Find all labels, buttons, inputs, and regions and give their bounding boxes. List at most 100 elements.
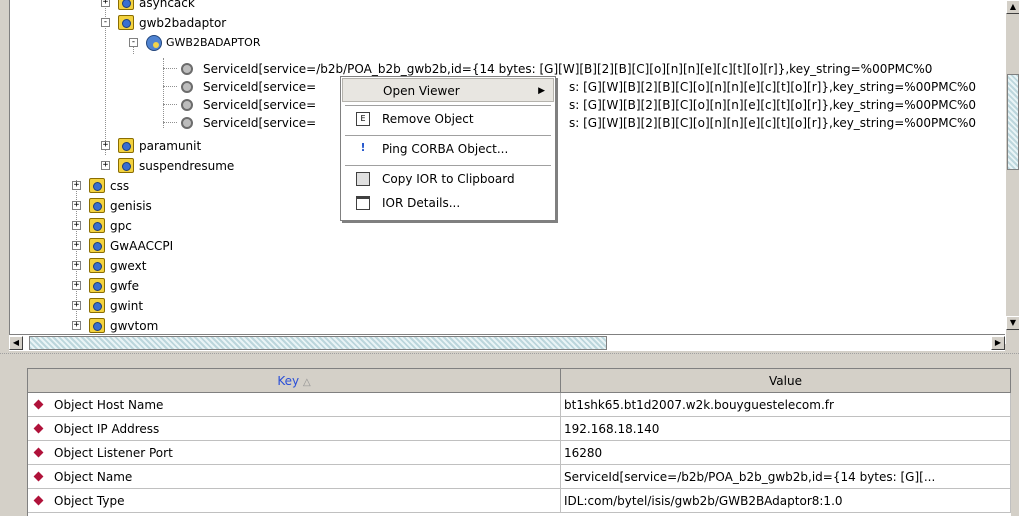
property-key: Object Name <box>54 470 133 484</box>
menu-item-label: Copy IOR to Clipboard <box>382 172 515 186</box>
property-diamond-icon <box>33 495 44 506</box>
expand-toggle[interactable]: + <box>101 0 110 7</box>
expand-toggle[interactable]: + <box>72 241 81 250</box>
copy-icon <box>356 172 370 186</box>
property-diamond-icon <box>33 471 44 482</box>
menu-item-remove-object[interactable]: E Remove Object <box>342 107 554 131</box>
tree-node-label: ServiceId[service= <box>203 80 317 94</box>
menu-item-label: Remove Object <box>382 112 474 126</box>
tree-node-label: asyncack <box>139 0 195 10</box>
menu-separator <box>345 165 551 166</box>
context-menu: Open Viewer ▶ E Remove Object ! Ping COR… <box>340 76 556 221</box>
tree-node-label: ServiceId[service= <box>203 98 317 112</box>
package-folder-icon <box>118 0 134 10</box>
tree-node-css[interactable]: + css <box>10 177 310 195</box>
tree-node-gwb2badaptor-server[interactable]: - GWB2BADAPTOR <box>10 34 910 52</box>
table-row-value[interactable]: ServiceId[service=/b2b/POA_b2b_gwb2b,id=… <box>561 465 1011 489</box>
horizontal-scroll-thumb[interactable] <box>29 336 607 350</box>
menu-separator <box>345 105 551 106</box>
table-row-value[interactable]: 192.168.18.140 <box>561 417 1011 441</box>
vertical-scroll-thumb[interactable] <box>1007 74 1019 170</box>
package-folder-icon <box>89 198 105 213</box>
tree-node-gwext[interactable]: + gwext <box>10 257 310 275</box>
expand-toggle[interactable]: + <box>72 221 81 230</box>
table-row-key[interactable]: Object Type <box>28 489 561 513</box>
package-folder-icon <box>89 318 105 333</box>
table-row-key[interactable]: Object IP Address <box>28 417 561 441</box>
menu-item-ping-corba-object[interactable]: ! Ping CORBA Object... <box>342 137 554 161</box>
table-row-key[interactable]: Object Name <box>28 465 561 489</box>
tree-node-label: gwint <box>110 299 144 313</box>
table-row-key[interactable]: Object Host Name <box>28 393 561 417</box>
tree-node-label-tail: s: [G][W][B][2][B][C][o][n][n][e][c][t][… <box>569 80 976 94</box>
property-key: Object IP Address <box>54 422 160 436</box>
expand-toggle[interactable]: + <box>72 181 81 190</box>
expand-toggle[interactable]: + <box>101 161 110 170</box>
tree-node-gwfe[interactable]: + gwfe <box>10 277 310 295</box>
package-folder-icon <box>89 258 105 273</box>
table-row-value[interactable]: IDL:com/bytel/isis/gwb2b/GWB2BAdaptor8:1… <box>561 489 1011 513</box>
scroll-left-button[interactable]: ◀ <box>9 336 23 350</box>
service-object-icon <box>181 117 193 129</box>
expand-toggle[interactable]: + <box>72 321 81 330</box>
column-header-label: Key <box>277 374 300 388</box>
table-row-value[interactable]: 16280 <box>561 441 1011 465</box>
exclamation-icon: ! <box>360 141 366 154</box>
package-folder-icon <box>89 238 105 253</box>
tree-node-label: gwext <box>110 259 147 273</box>
tree-node-label: gwvtom <box>110 319 159 333</box>
menu-item-copy-ior[interactable]: Copy IOR to Clipboard <box>342 167 554 191</box>
service-object-icon <box>181 81 193 93</box>
tree-node-gwint[interactable]: + gwint <box>10 297 310 315</box>
expand-toggle[interactable]: + <box>72 261 81 270</box>
expand-toggle[interactable]: + <box>72 301 81 310</box>
package-folder-icon <box>89 278 105 293</box>
property-key: Object Listener Port <box>54 446 173 460</box>
tree-node-label: gwfe <box>110 279 140 293</box>
package-folder-icon <box>118 15 134 30</box>
tree-node-label: genisis <box>110 199 152 213</box>
pane-splitter[interactable] <box>0 353 1019 358</box>
scroll-up-button[interactable]: ▲ <box>1006 0 1019 14</box>
scroll-down-button[interactable]: ▼ <box>1006 316 1019 330</box>
tree-vertical-scrollbar[interactable]: ▲ ▼ <box>1005 0 1019 344</box>
tree-node-gwaaccpi[interactable]: + GwAACCPI <box>10 237 310 255</box>
menu-item-label: IOR Details... <box>382 196 461 210</box>
collapse-toggle[interactable]: - <box>101 18 110 27</box>
tree-node-genisis[interactable]: + genisis <box>10 197 310 215</box>
tree-node-gpc[interactable]: + gpc <box>10 217 310 235</box>
expand-toggle[interactable]: + <box>72 281 81 290</box>
expand-toggle[interactable]: + <box>72 201 81 210</box>
tree-node-asyncack[interactable]: + asyncack <box>10 0 910 12</box>
tree-node-gwb2badaptor[interactable]: - gwb2badaptor <box>10 14 910 32</box>
tree-node-label: gwb2badaptor <box>139 16 227 30</box>
tree-node-label: css <box>110 179 130 193</box>
menu-separator <box>345 135 551 136</box>
column-header-value[interactable]: Value <box>561 369 1011 393</box>
submenu-arrow-icon: ▶ <box>538 86 545 96</box>
tree-node-label-tail: s: [G][W][B][2][B][C][o][n][n][e][c][t][… <box>569 98 976 112</box>
package-folder-icon <box>89 218 105 233</box>
collapse-toggle[interactable]: - <box>129 38 138 47</box>
tree-node-label: GWB2BADAPTOR <box>166 36 261 49</box>
tree-node-label: GwAACCPI <box>110 239 174 253</box>
table-row-value[interactable]: bt1shk65.bt1d2007.w2k.bouyguestelecom.fr <box>561 393 1011 417</box>
scroll-right-button[interactable]: ▶ <box>991 336 1005 350</box>
details-icon <box>356 196 370 210</box>
service-object-icon <box>181 99 193 111</box>
menu-item-ior-details[interactable]: IOR Details... <box>342 191 554 215</box>
column-header-key[interactable]: Key △ <box>28 369 561 393</box>
table-row-key[interactable]: Object Listener Port <box>28 441 561 465</box>
tree-node-label: gpc <box>110 219 132 233</box>
package-folder-icon <box>89 178 105 193</box>
property-diamond-icon <box>33 423 44 434</box>
tree-node-label: suspendresume <box>139 159 235 173</box>
tree-node-gwvtom[interactable]: + gwvtom <box>10 317 310 335</box>
menu-item-open-viewer[interactable]: Open Viewer ▶ <box>342 78 554 102</box>
tree-node-label-tail: s: [G][W][B][2][B][C][o][n][n][e][c][t][… <box>569 116 976 130</box>
tree-node-label: ServiceId[service=/b2b/POA_b2b_gwb2b,id=… <box>203 62 933 76</box>
tree-horizontal-scrollbar[interactable]: ◀ ▶ <box>9 334 1005 351</box>
property-diamond-icon <box>33 447 44 458</box>
tree-node-label: ServiceId[service= <box>203 116 317 130</box>
expand-toggle[interactable]: + <box>101 141 110 150</box>
